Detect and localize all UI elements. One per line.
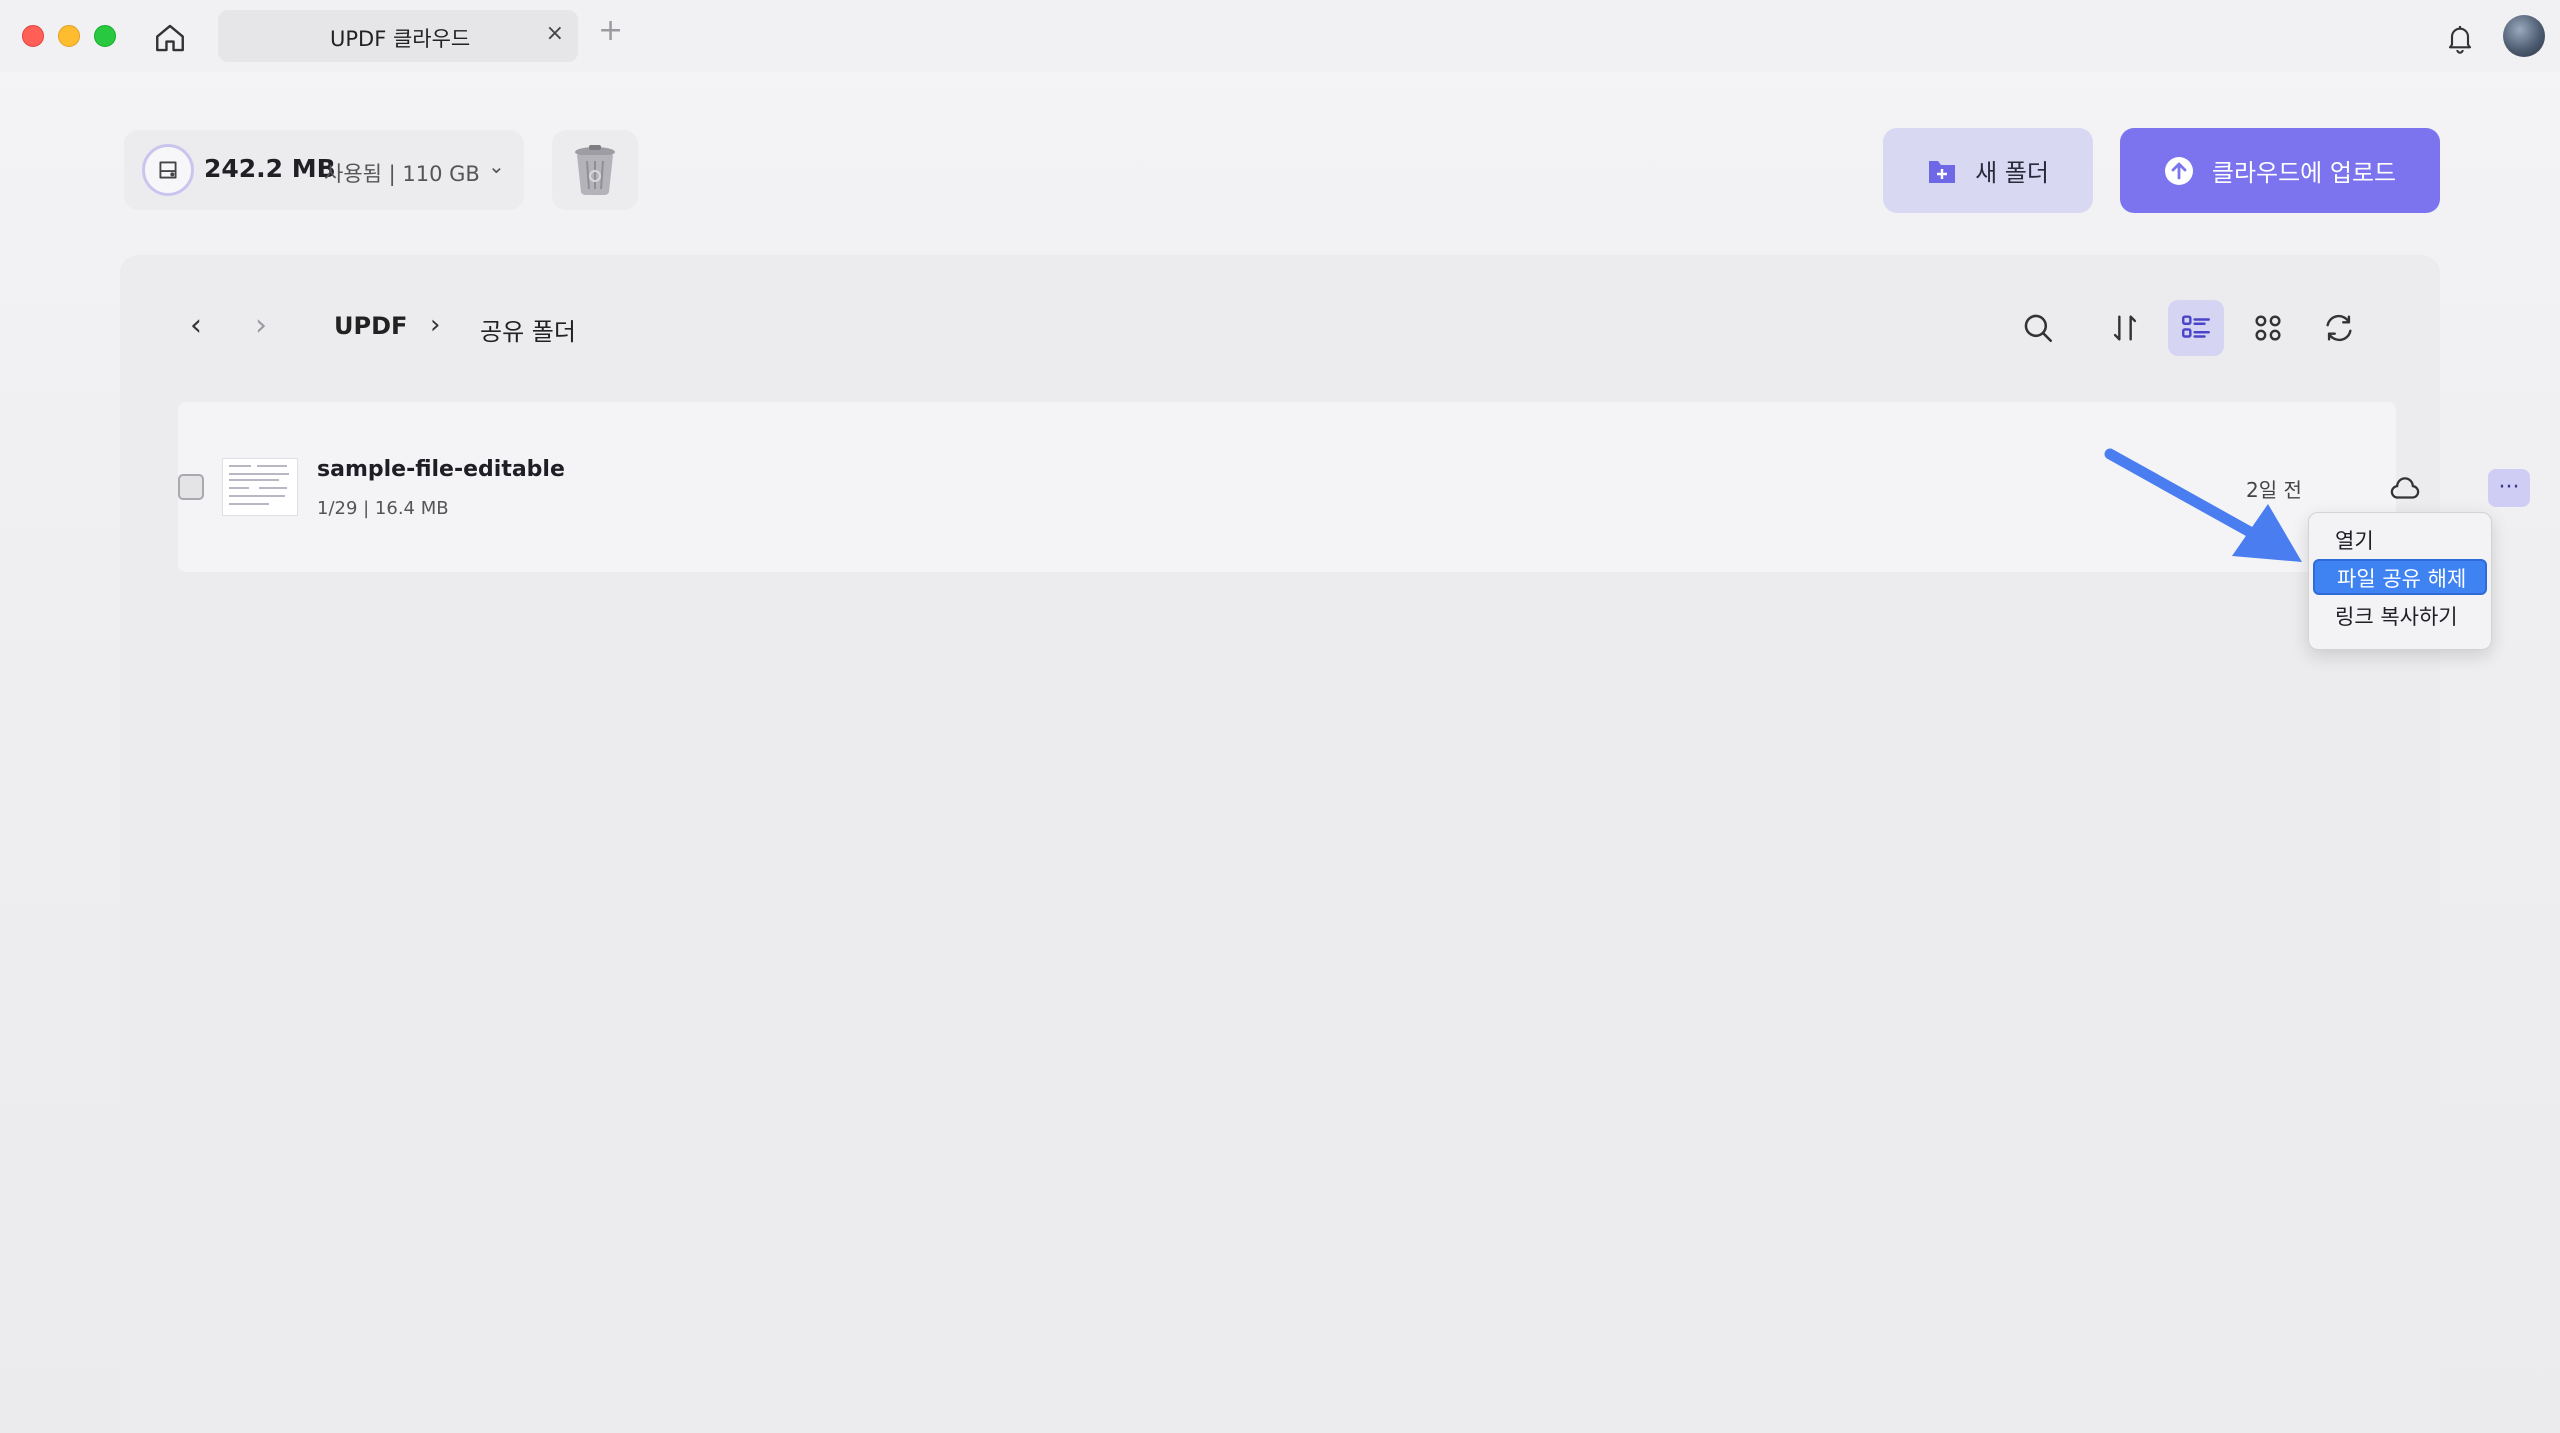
cloud-icon (2390, 477, 2420, 499)
grid-view-button[interactable] (2240, 300, 2296, 356)
new-folder-label: 새 폴더 (1975, 159, 2049, 187)
updf-cloud-window: UPDF 클라우드 × + 242.2 MB 사용됨 | 110 GB ⌄ 새 … (0, 0, 2560, 1433)
refresh-button[interactable] (2311, 300, 2367, 356)
notifications-button[interactable] (2440, 18, 2480, 58)
minimize-window-button[interactable] (58, 25, 80, 47)
drive-icon (159, 161, 177, 179)
close-window-button[interactable] (22, 25, 44, 47)
menu-item-copy-link[interactable]: 링크 복사하기 (2313, 599, 2487, 635)
title-bar: UPDF 클라우드 × + (0, 0, 2560, 72)
menu-item-unshare-file[interactable]: 파일 공유 해제 (2313, 559, 2487, 595)
zoom-window-button[interactable] (94, 25, 116, 47)
sort-button[interactable] (2097, 300, 2153, 356)
file-date: 2일 전 (2246, 478, 2302, 502)
storage-usage-dropdown[interactable]: 242.2 MB 사용됨 | 110 GB ⌄ (124, 130, 524, 210)
chevron-down-icon: ⌄ (488, 154, 505, 178)
user-avatar[interactable] (2503, 15, 2545, 57)
storage-total-value: 사용됨 | 110 GB (324, 162, 480, 186)
storage-used-value: 242.2 MB (204, 154, 336, 183)
grid-view-icon (2255, 315, 2281, 341)
new-tab-button[interactable]: + (598, 16, 623, 46)
tab-updf-cloud[interactable]: UPDF 클라우드 × (218, 10, 578, 62)
breadcrumb-root[interactable]: UPDF (334, 312, 407, 340)
file-checkbox[interactable] (178, 474, 204, 500)
tab-title: UPDF 클라우드 (330, 27, 471, 51)
file-thumbnail (222, 458, 298, 516)
sort-icon (2113, 315, 2137, 341)
upload-to-cloud-button[interactable]: 클라우드에 업로드 (2120, 128, 2440, 213)
trash-icon (575, 145, 615, 195)
list-view-button[interactable] (2168, 300, 2224, 356)
home-icon (156, 24, 184, 52)
home-button[interactable] (150, 18, 190, 58)
new-folder-button[interactable]: 새 폴더 (1883, 128, 2093, 213)
bell-icon (2448, 26, 2472, 54)
file-context-menu: 열기 파일 공유 해제 링크 복사하기 (2308, 512, 2492, 650)
breadcrumb-current: 공유 폴더 (480, 318, 576, 346)
file-name[interactable]: sample-file-editable (317, 457, 565, 482)
upload-label: 클라우드에 업로드 (2211, 159, 2397, 187)
tab-close-button[interactable]: × (546, 21, 564, 46)
upload-arrow-icon (2164, 156, 2193, 185)
storage-ring (142, 144, 194, 196)
menu-item-open[interactable]: 열기 (2313, 523, 2487, 559)
file-row[interactable]: sample-file-editable 1/29 | 16.4 MB 2일 전… (178, 402, 2530, 572)
forward-button[interactable]: › (255, 308, 267, 343)
more-options-button[interactable]: ··· (2488, 469, 2530, 507)
list-view-icon (2182, 315, 2210, 338)
refresh-icon (2326, 314, 2352, 342)
breadcrumb-separator: › (430, 310, 441, 340)
back-button[interactable]: ‹ (190, 308, 202, 343)
folder-plus-icon (1929, 160, 1956, 183)
trash-button[interactable] (552, 130, 638, 210)
search-button[interactable] (2010, 300, 2066, 356)
search-icon (2024, 314, 2053, 343)
file-meta: 1/29 | 16.4 MB (317, 498, 449, 519)
